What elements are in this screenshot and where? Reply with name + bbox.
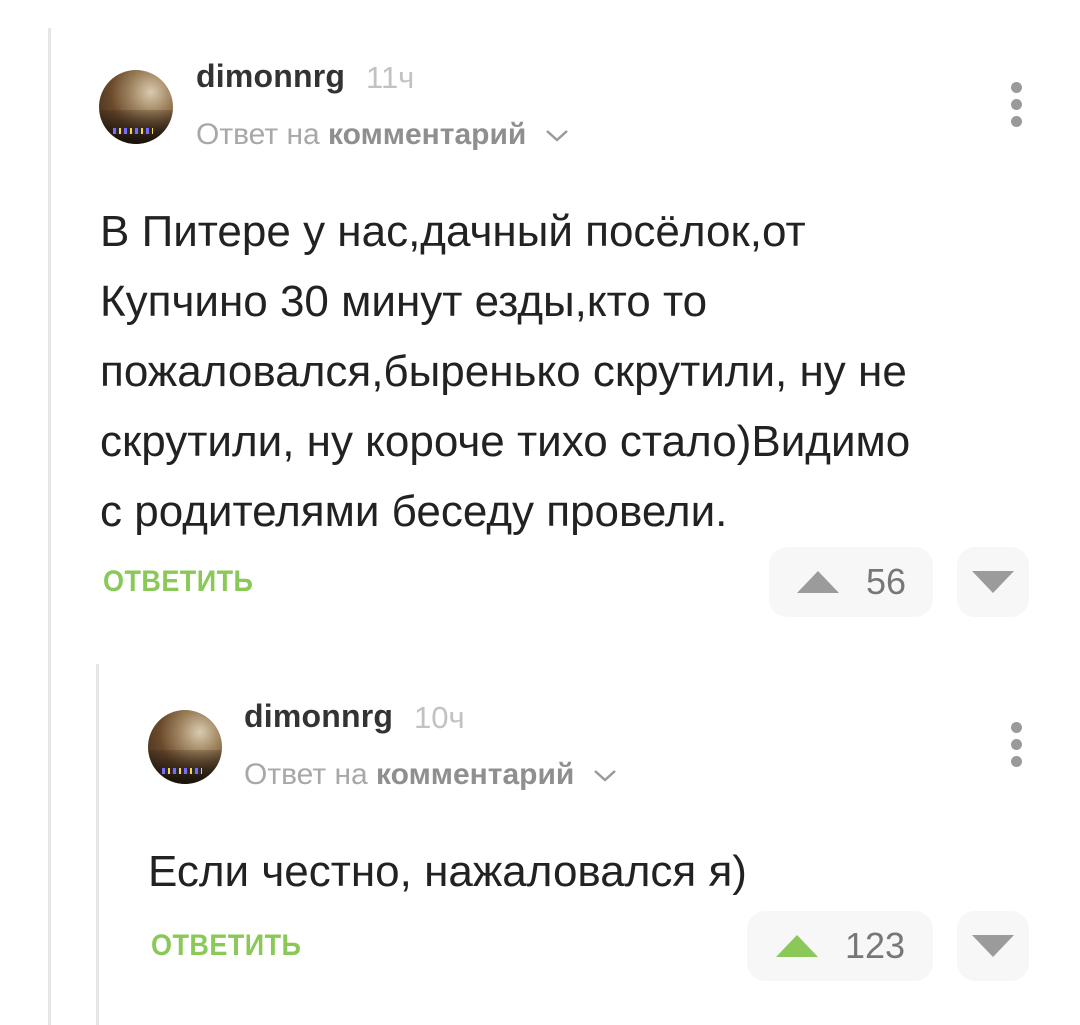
comment-text-line: Купчино 30 минут езды,кто то — [100, 277, 708, 326]
upvote-button[interactable]: 56 — [769, 547, 933, 617]
comment-body: Если честно, нажаловался я) — [148, 837, 1028, 907]
more-vertical-icon[interactable] — [1011, 82, 1023, 133]
comment-time: 11ч — [366, 60, 415, 95]
downvote-button[interactable] — [957, 547, 1029, 617]
chevron-down-icon[interactable] — [593, 769, 617, 783]
rating-count: 123 — [844, 925, 906, 966]
comment-text-line: пожаловался,быренько скрутили, ну не — [100, 347, 907, 396]
comment-time: 10ч — [414, 700, 465, 735]
downvote-arrow-icon — [972, 935, 1014, 957]
upvote-button[interactable]: 123 — [747, 911, 933, 981]
reply-to-target[interactable]: комментарий — [376, 758, 574, 791]
chevron-down-icon[interactable] — [545, 129, 569, 143]
reply-to-target[interactable]: комментарий — [328, 118, 526, 151]
comment-author[interactable]: dimonnrg — [244, 698, 393, 735]
reply-to-link[interactable]: Ответ на комментарий — [244, 758, 617, 792]
upvote-arrow-icon — [775, 935, 818, 957]
reply-to-prefix: Ответ на — [196, 118, 320, 151]
thread-line-nested — [96, 664, 99, 1025]
avatar[interactable] — [148, 710, 222, 784]
avatar[interactable] — [99, 70, 173, 144]
reply-button[interactable]: ОТВЕТИТЬ — [151, 929, 301, 963]
comment-body: В Питере у нас,дачный посёлок,от Купчино… — [100, 197, 1040, 547]
upvote-arrow-icon — [796, 571, 839, 593]
comment-text-line: В Питере у нас,дачный посёлок,от — [100, 207, 806, 256]
rating-count: 56 — [865, 561, 907, 602]
comment-text-line: с родителями беседу провели. — [100, 487, 728, 536]
reply-button[interactable]: ОТВЕТИТЬ — [103, 565, 253, 599]
comment-text-line: скрутили, ну короче тихо стало)Видимо — [100, 417, 911, 466]
downvote-button[interactable] — [957, 911, 1029, 981]
comment: dimonnrg 11ч Ответ на комментарий В Пите… — [0, 0, 1080, 640]
more-vertical-icon[interactable] — [1011, 722, 1023, 773]
reply-to-prefix: Ответ на — [244, 758, 368, 791]
downvote-arrow-icon — [972, 571, 1014, 593]
comment-text-line: Если честно, нажаловался я) — [148, 847, 747, 896]
reply-to-link[interactable]: Ответ на комментарий — [196, 118, 569, 152]
comment-author[interactable]: dimonnrg — [196, 58, 345, 95]
